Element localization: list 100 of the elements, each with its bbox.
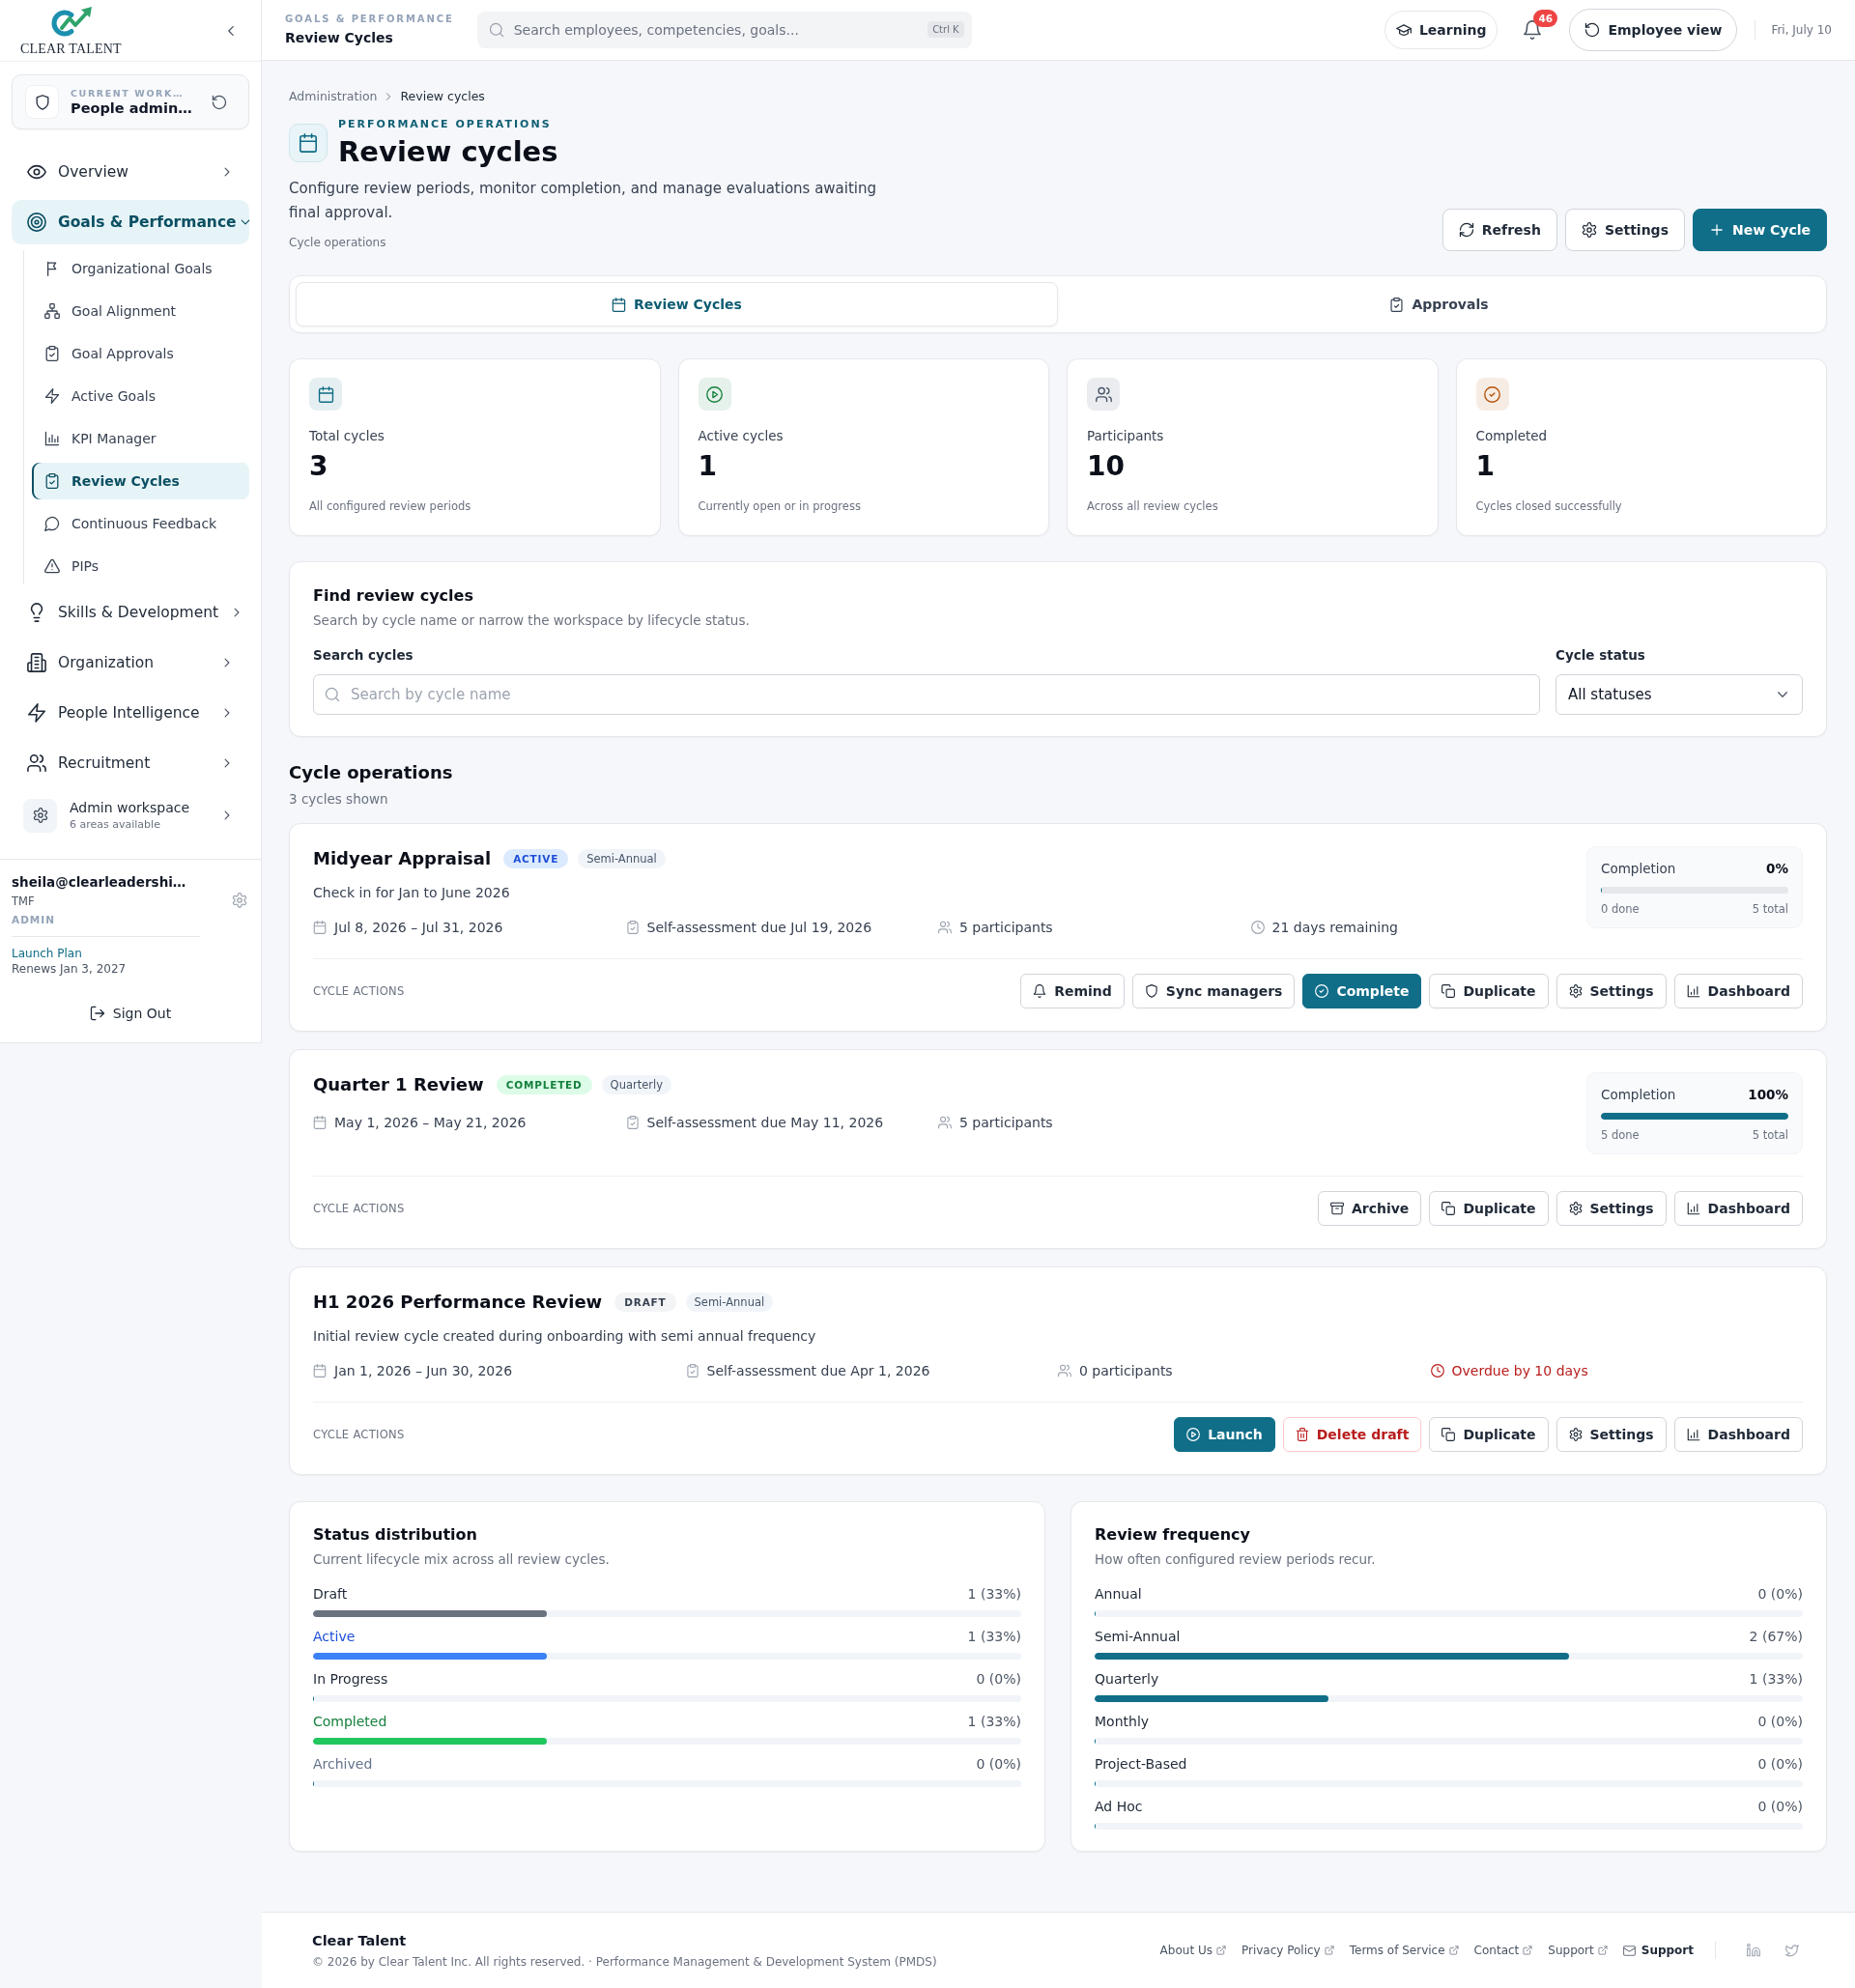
circular-arrow-icon[interactable] — [212, 94, 227, 110]
search-icon — [325, 687, 340, 702]
nav-subitem[interactable]: PIPs — [32, 548, 249, 584]
total-count: 5 total — [1752, 901, 1788, 917]
tab[interactable]: Review Cycles — [296, 282, 1058, 327]
due-date: Self-assessment due Apr 1, 2026 — [706, 1362, 930, 1380]
bar-value: 1 (33%) — [967, 1628, 1021, 1646]
frequency-tag: Semi-Annual — [685, 1292, 774, 1312]
duplicate-button[interactable]: Duplicate — [1429, 1191, 1549, 1226]
complete-button[interactable]: Complete — [1302, 974, 1422, 1008]
bar-label: Completed — [313, 1713, 387, 1731]
lightning-icon — [44, 388, 60, 404]
settings-button[interactable]: Settings — [1564, 209, 1685, 251]
speech-bubble-icon — [44, 516, 60, 531]
stat-value: 1 — [1475, 451, 1496, 482]
footer-link[interactable]: Support — [1548, 1944, 1608, 1957]
nav-item[interactable]: People Intelligence — [12, 691, 249, 735]
tab[interactable]: Approvals — [1058, 282, 1820, 327]
nav-subitem[interactable]: Goal Alignment — [32, 293, 249, 329]
copy-icon — [1441, 1202, 1456, 1215]
settings-button[interactable]: Settings — [1555, 974, 1667, 1008]
calendar-icon — [313, 921, 327, 934]
dashboard-button[interactable]: Dashboard — [1673, 1191, 1803, 1226]
plus-icon — [1709, 222, 1725, 238]
breadcrumb-link[interactable]: Administration — [289, 88, 378, 105]
nav-item[interactable]: Skills & Development — [12, 590, 249, 635]
delete-draft-button[interactable]: Delete draft — [1282, 1417, 1422, 1452]
admin-workspace-link[interactable]: Admin workspace 6 areas available — [12, 791, 249, 839]
due-date: Self-assessment due May 11, 2026 — [646, 1114, 884, 1132]
bar-chart-icon — [1686, 984, 1700, 998]
check-circle-icon — [1315, 984, 1329, 998]
nav-subitem[interactable]: KPI Manager — [32, 420, 249, 457]
bar-label: Project-Based — [1095, 1755, 1187, 1774]
new-cycle-button[interactable]: New Cycle — [1693, 209, 1827, 251]
refresh-button[interactable]: Refresh — [1441, 209, 1557, 251]
nav-item[interactable]: Overview — [12, 150, 249, 194]
page-description: Configure review periods, monitor completion, and manage evaluations awaiting final approval. — [289, 179, 878, 223]
nav-subitem[interactable]: Organizational Goals — [32, 250, 249, 287]
remind-button[interactable]: Remind — [1020, 974, 1125, 1008]
clipboard-check-icon — [44, 473, 60, 489]
workspace-switcher[interactable]: CURRENT WORK… People admin… — [12, 74, 249, 129]
sign-out-button[interactable]: Sign Out — [89, 1000, 172, 1027]
calendar-icon — [313, 1116, 327, 1129]
settings-button[interactable]: Settings — [1555, 1417, 1667, 1452]
duplicate-button[interactable]: Duplicate — [1429, 974, 1549, 1008]
bar-chart-icon — [44, 431, 60, 446]
user-email: sheila@clearleadershi… — [12, 873, 186, 892]
cycle-title: H1 2026 Performance Review — [313, 1291, 603, 1314]
bar-chart-icon — [1686, 1202, 1700, 1215]
archive-button[interactable]: Archive — [1317, 1191, 1422, 1226]
section-label: GOALS & PERFORMANCE — [285, 13, 454, 26]
plan-link[interactable]: Launch Plan — [12, 946, 82, 961]
trash-icon — [1295, 1428, 1309, 1441]
launch-button[interactable]: Launch — [1174, 1417, 1275, 1452]
nav-item[interactable]: Organization — [12, 640, 249, 685]
bar-value: 0 (0%) — [1757, 1585, 1803, 1604]
bar-label: Active — [313, 1628, 356, 1646]
status-dropdown[interactable]: All statuses — [1555, 674, 1803, 715]
nav-subitem[interactable]: Review Cycles — [32, 463, 249, 499]
learning-button[interactable]: Learning — [1384, 11, 1498, 49]
nav-subitem[interactable]: Active Goals — [32, 378, 249, 414]
copy-icon — [1441, 984, 1456, 998]
frequency-tag: Quarterly — [601, 1075, 672, 1094]
bell-icon — [1033, 984, 1047, 998]
nav-subitem[interactable]: Goal Approvals — [32, 335, 249, 372]
dashboard-button[interactable]: Dashboard — [1673, 1417, 1803, 1452]
employee-view-button[interactable]: Employee view — [1569, 9, 1738, 51]
dashboard-button[interactable]: Dashboard — [1673, 974, 1803, 1008]
keyboard-shortcut: Ctrl K — [928, 21, 964, 38]
field-label: Search cycles — [313, 646, 414, 665]
cycle-title: Midyear Appraisal — [313, 847, 492, 870]
settings-button[interactable]: Settings — [1555, 1191, 1667, 1226]
footer-link[interactable]: Privacy Policy — [1241, 1944, 1334, 1957]
bar-label: Monthly — [1095, 1713, 1150, 1731]
nav-item[interactable]: Recruitment — [12, 741, 249, 785]
date-range: Jan 1, 2026 – Jun 30, 2026 — [334, 1362, 513, 1380]
sync-managers-button[interactable]: Sync managers — [1131, 974, 1296, 1008]
bar-value: 0 (0%) — [976, 1755, 1021, 1774]
actions-label: CYCLE ACTIONS — [313, 1202, 405, 1215]
search-field[interactable]: Search by cycle name — [313, 674, 1540, 715]
notification-badge: 46 — [1533, 10, 1558, 27]
search-icon — [488, 22, 504, 38]
bar-label: In Progress — [313, 1670, 388, 1689]
bell-icon[interactable] — [1523, 20, 1543, 40]
nav-item[interactable]: Goals & Performance — [12, 200, 249, 244]
nav-subitem[interactable]: Continuous Feedback — [32, 505, 249, 542]
total-count: 5 total — [1752, 1127, 1788, 1143]
clipboard-check-icon — [625, 1116, 640, 1129]
footer-link[interactable]: Contact — [1473, 1944, 1533, 1957]
footer-link[interactable]: Terms of Service — [1349, 1944, 1459, 1957]
duplicate-button[interactable]: Duplicate — [1429, 1417, 1549, 1452]
settings-icon — [1568, 1428, 1583, 1441]
bar-value: 2 (67%) — [1749, 1628, 1803, 1646]
support-email-link[interactable]: Support — [1622, 1944, 1694, 1957]
time-remaining: 21 days remaining — [1271, 919, 1398, 937]
cycle-description: Initial review cycle created during onboarding with semi annual frequency — [313, 1327, 816, 1346]
people-icon — [938, 1116, 952, 1129]
participant-count: 0 participants — [1079, 1362, 1173, 1380]
gear-icon — [23, 798, 57, 833]
footer-link[interactable]: About Us — [1159, 1944, 1226, 1957]
